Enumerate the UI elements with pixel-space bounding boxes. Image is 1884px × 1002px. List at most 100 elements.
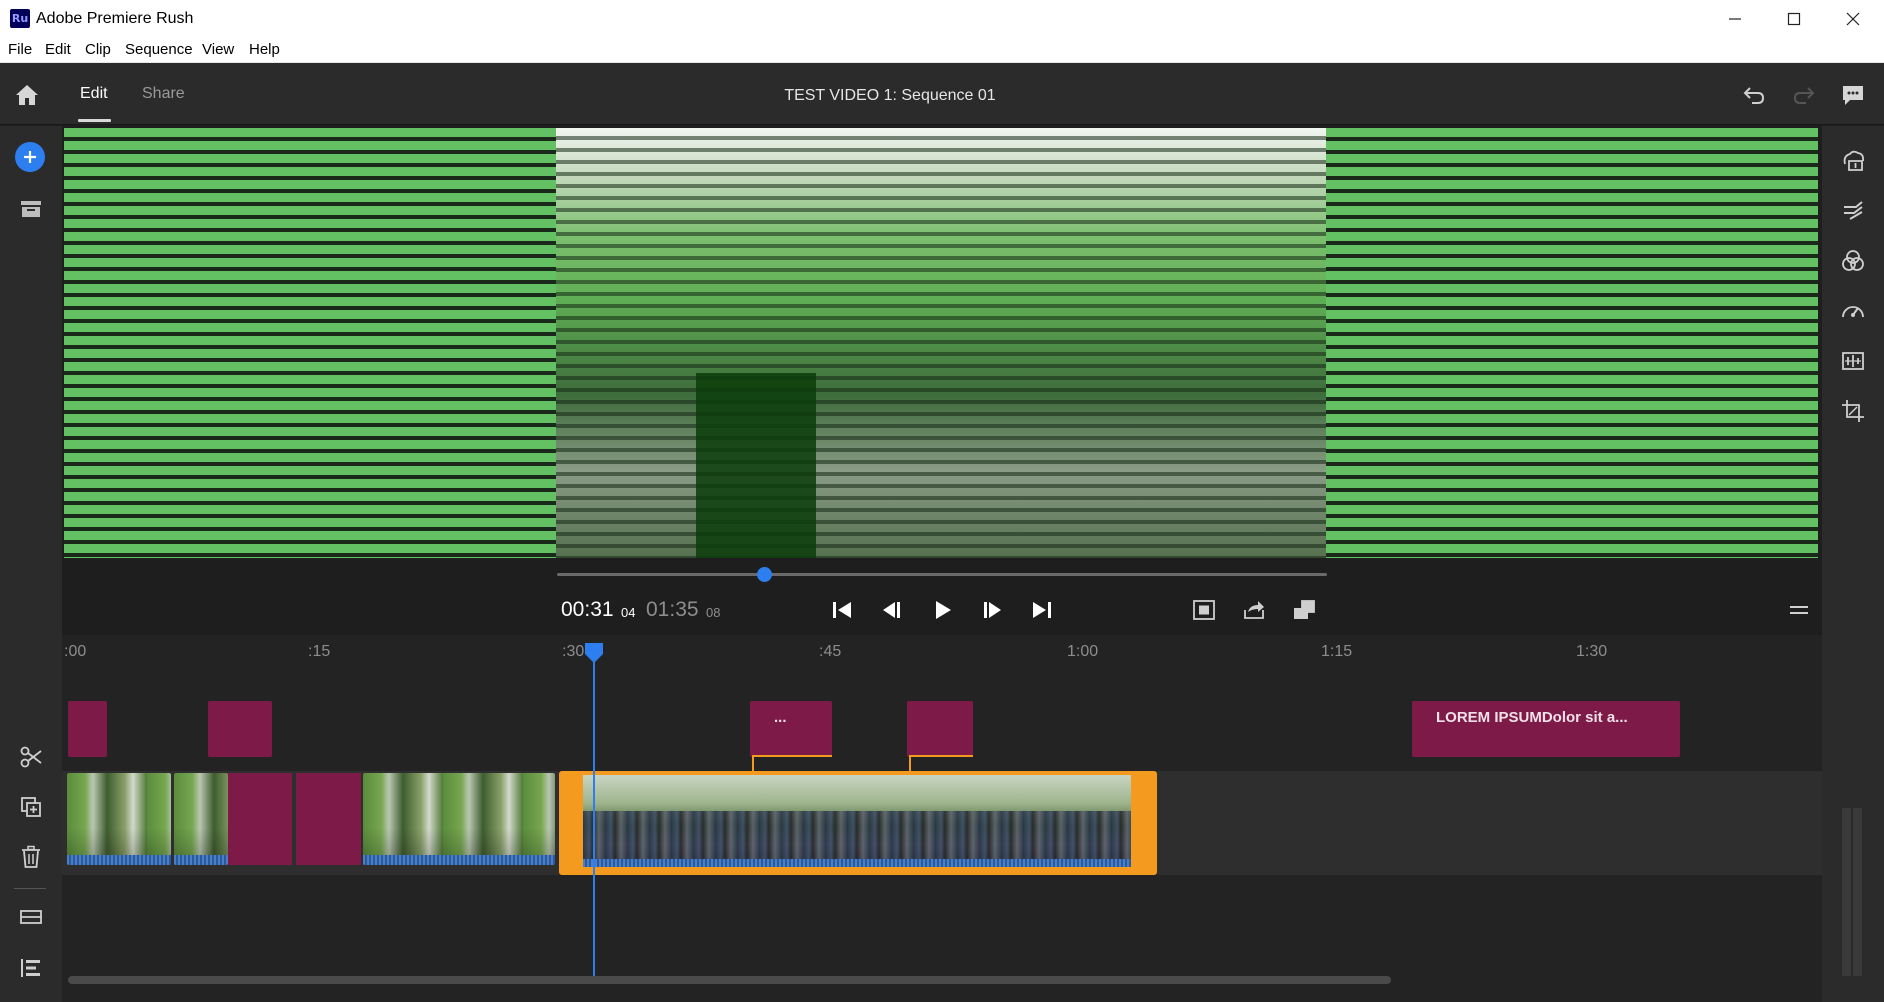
clip-link-line (752, 755, 832, 757)
title-overlay-clip[interactable] (296, 773, 361, 865)
ruler-label: :00 (64, 643, 87, 660)
close-icon (1846, 12, 1860, 26)
video-clip[interactable] (174, 773, 228, 865)
delete-icon (22, 845, 40, 868)
aspect-ratio-button[interactable] (1290, 597, 1318, 623)
redo-button[interactable] (1790, 81, 1818, 109)
program-monitor[interactable] (64, 128, 1818, 558)
skip-to-end-button[interactable] (1028, 597, 1056, 623)
split-icon (20, 746, 42, 768)
menu-bar: File Edit Clip Sequence View Help (0, 38, 1884, 63)
title-clip[interactable] (68, 701, 107, 757)
left-toolbar (0, 126, 62, 1002)
active-tab-indicator (78, 119, 111, 122)
sequence-title: TEST VIDEO 1: Sequence 01 (784, 87, 996, 104)
total-timecode: 01:35 (646, 598, 699, 621)
scrub-bar[interactable] (557, 573, 1327, 576)
redo-icon (1793, 87, 1815, 104)
track-list-button[interactable] (16, 954, 46, 982)
current-frames: 04 (621, 605, 636, 620)
close-button[interactable] (1824, 0, 1882, 38)
timeline-horizontal-scrollbar[interactable] (68, 976, 1391, 984)
playhead-line (593, 653, 595, 978)
skip-to-start-button[interactable] (828, 597, 856, 623)
audio-button[interactable] (1838, 346, 1868, 376)
menu-help[interactable]: Help (249, 41, 280, 58)
home-icon (16, 85, 38, 105)
undo-icon (1743, 87, 1765, 104)
home-button[interactable] (12, 81, 42, 109)
title-clip[interactable]: LOREM IPSUMDolor sit a... (1412, 701, 1680, 757)
playhead-icon (585, 643, 603, 663)
share-frame-icon (1244, 601, 1264, 619)
menu-file[interactable]: File (8, 41, 32, 58)
ruler-label: 1:30 (1576, 643, 1608, 660)
transitions-button[interactable] (1838, 196, 1868, 226)
audio-waveform (583, 859, 1131, 867)
titles-button[interactable] (1838, 146, 1868, 176)
clip-link-line (909, 755, 973, 757)
tab-edit[interactable]: Edit (80, 85, 108, 103)
menu-clip[interactable]: Clip (85, 41, 111, 58)
split-button[interactable] (16, 743, 46, 771)
skip-to-end-icon (1033, 602, 1051, 618)
menu-view[interactable]: View (202, 41, 234, 58)
title-overlay-clip[interactable] (228, 773, 292, 865)
track-button[interactable] (16, 904, 46, 930)
video-clip[interactable] (363, 773, 555, 865)
video-clip[interactable] (67, 773, 171, 865)
feedback-button[interactable] (1838, 81, 1868, 109)
project-media-icon (21, 201, 41, 217)
audio-level-meter (1840, 808, 1864, 976)
ruler-label: :45 (819, 643, 842, 660)
title-clip[interactable]: ... (750, 701, 832, 757)
aspect-icon (1294, 600, 1315, 619)
play-button[interactable] (929, 597, 957, 623)
timeline-menu-button[interactable] (1785, 597, 1813, 623)
app-logo: Ru (10, 9, 30, 28)
scrub-handle[interactable] (757, 567, 773, 582)
premiere-rush-window: Ru Adobe Premiere Rush File Edit Clip Se… (0, 0, 1884, 1002)
app-header: Edit Share TEST VIDEO 1: Sequence 01 (0, 63, 1884, 125)
speed-button[interactable] (1838, 296, 1868, 326)
window-title: Adobe Premiere Rush (36, 10, 194, 27)
step-forward-button[interactable] (978, 597, 1006, 623)
minimize-button[interactable] (1706, 0, 1764, 38)
timeline-panel[interactable]: :00 :15 :30 :45 1:00 1:15 1:30 ... LOREM… (62, 635, 1822, 1002)
ruler-label: :15 (308, 643, 331, 660)
playhead-handle[interactable] (584, 642, 604, 663)
title-clip[interactable] (907, 701, 973, 757)
fit-button[interactable] (1190, 597, 1218, 623)
step-back-button[interactable] (878, 597, 906, 623)
project-media-button[interactable] (16, 196, 46, 222)
audio-icon (1842, 352, 1864, 370)
menu-edit[interactable]: Edit (45, 41, 71, 58)
duplicate-button[interactable] (16, 793, 46, 821)
add-media-button[interactable] (15, 142, 45, 172)
maximize-button[interactable] (1765, 0, 1823, 38)
clip-link-line (909, 755, 911, 771)
skip-to-start-icon (833, 602, 851, 618)
maximize-icon (1787, 12, 1801, 26)
selected-video-clip[interactable] (559, 771, 1157, 875)
share-frame-button[interactable] (1240, 597, 1268, 623)
menu-sequence[interactable]: Sequence (125, 41, 193, 58)
clip-link-line (752, 755, 754, 771)
menu-icon (1790, 606, 1808, 614)
transform-icon (1842, 400, 1864, 422)
track-icon (20, 910, 42, 924)
preview-video-frame (556, 128, 1326, 558)
track-list-icon (21, 959, 40, 977)
color-icon (1842, 250, 1864, 271)
tab-share[interactable]: Share (142, 85, 185, 103)
color-button[interactable] (1838, 246, 1868, 276)
fit-icon (1193, 600, 1215, 620)
title-clip[interactable] (208, 701, 272, 757)
selected-clip-thumbnails (583, 775, 1131, 867)
undo-button[interactable] (1740, 81, 1768, 109)
ruler-label: 1:15 (1321, 643, 1353, 660)
delete-button[interactable] (16, 843, 46, 871)
transitions-icon (1844, 201, 1863, 220)
transform-button[interactable] (1838, 396, 1868, 426)
toolbar-divider (14, 888, 46, 889)
